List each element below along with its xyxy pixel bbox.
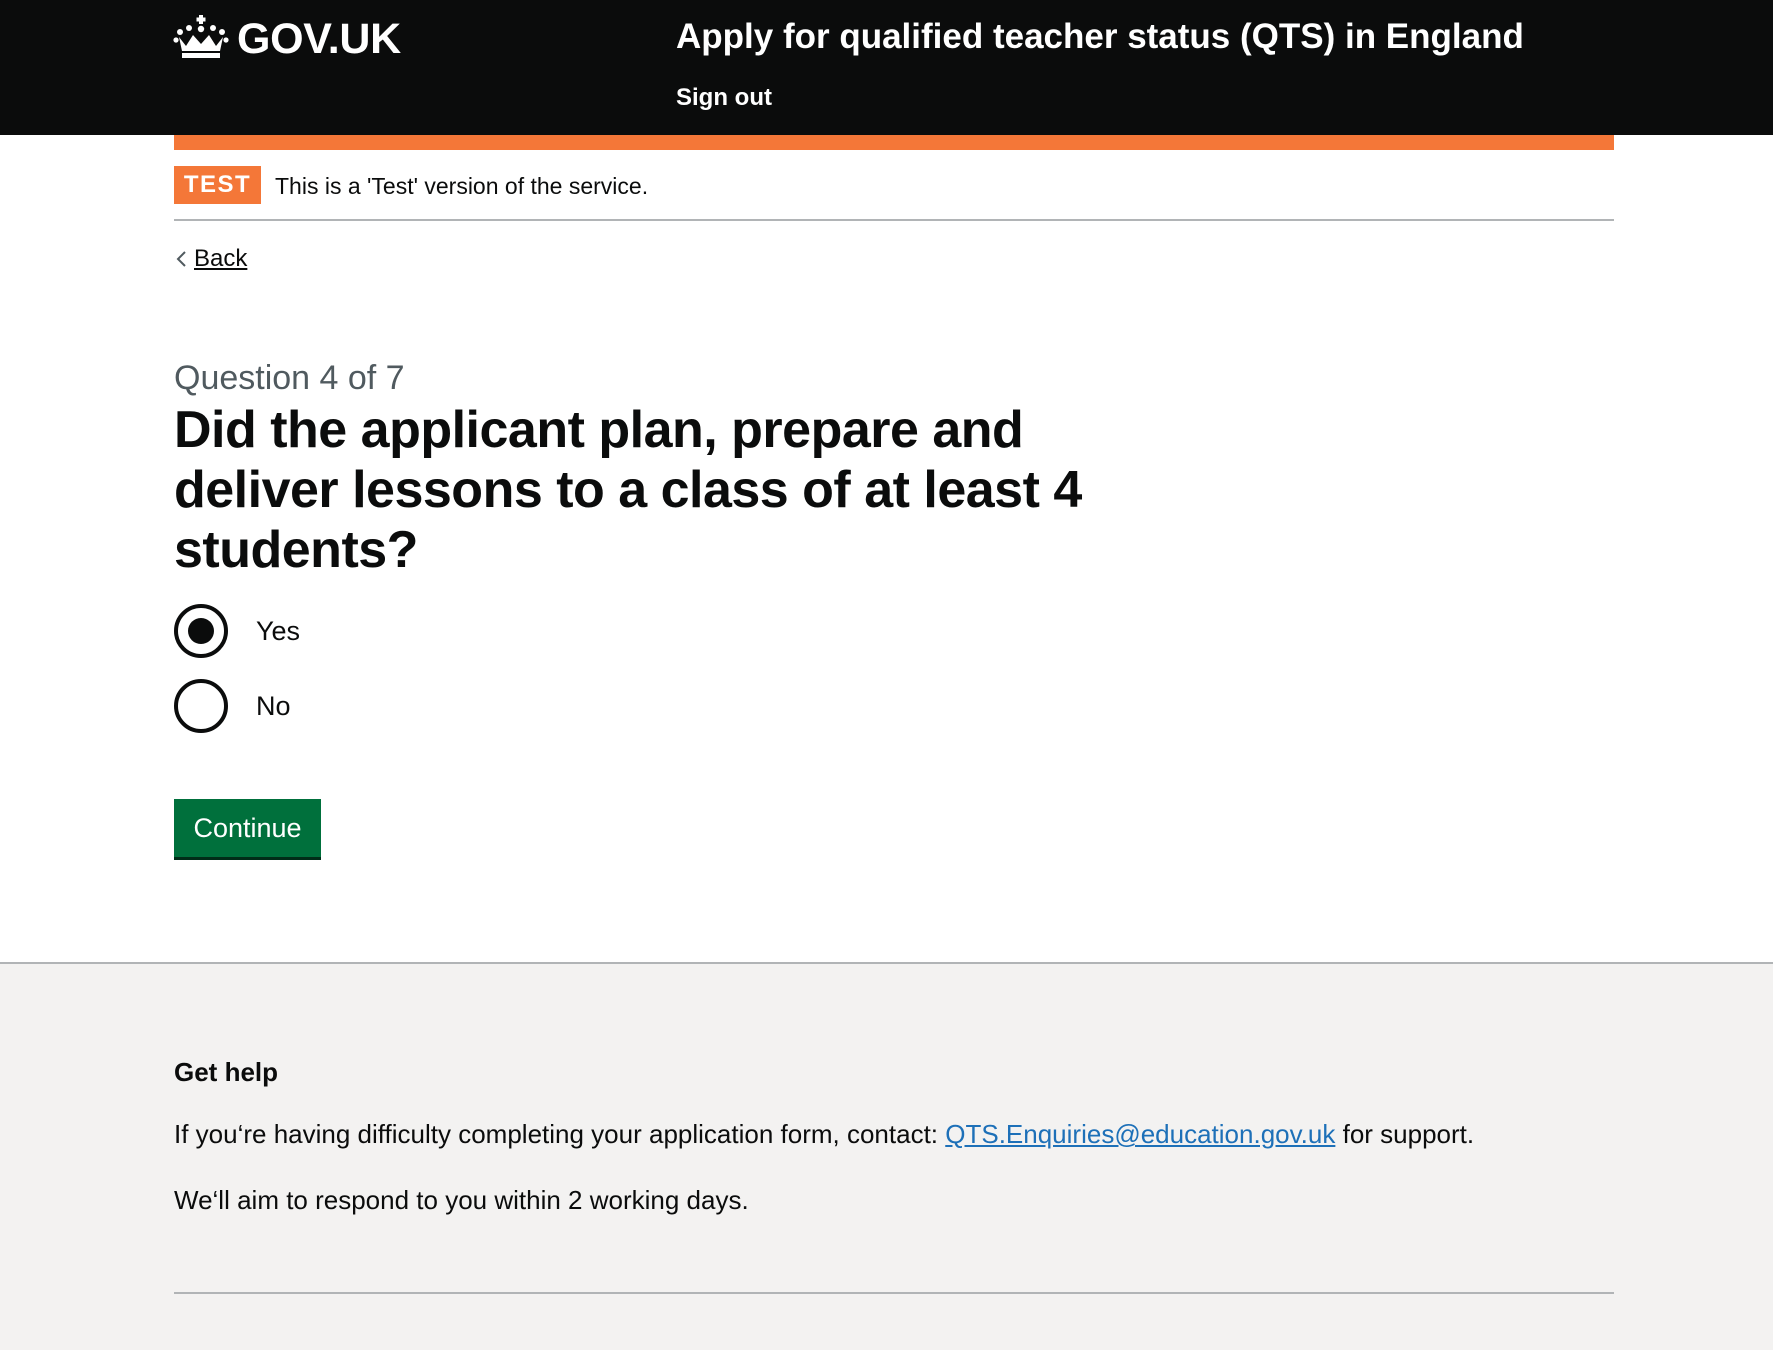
- phase-stripe: [174, 135, 1614, 150]
- footer-response-text: We‘ll aim to respond to you within 2 wor…: [174, 1185, 749, 1215]
- site-footer: Get help If you‘re having difficulty com…: [0, 962, 1773, 1350]
- sign-out-link[interactable]: Sign out: [676, 83, 772, 113]
- site-header: GOV.UK Apply for qualified teacher statu…: [0, 0, 1773, 135]
- govuk-logo-link[interactable]: GOV.UK: [173, 14, 401, 64]
- question-caption: Question 4 of 7: [174, 359, 405, 397]
- radio-label-yes[interactable]: Yes: [256, 614, 300, 648]
- radio-button-yes[interactable]: [174, 604, 228, 658]
- question-title: Did the applicant plan, prepare and deli…: [174, 401, 1082, 579]
- continue-button[interactable]: Continue: [174, 799, 321, 857]
- footer-help-suffix: for support.: [1335, 1119, 1475, 1149]
- logo-text: GOV.UK: [237, 14, 401, 63]
- footer-divider: [174, 1292, 1614, 1294]
- back-link[interactable]: Back: [174, 244, 247, 274]
- radio-option-yes[interactable]: Yes: [174, 604, 300, 658]
- radio-option-no[interactable]: No: [174, 679, 291, 733]
- phase-tag: TEST: [174, 166, 261, 204]
- radio-label-no[interactable]: No: [256, 689, 291, 723]
- back-link-label: Back: [194, 245, 248, 272]
- radio-button-no[interactable]: [174, 679, 228, 733]
- phase-banner-text: This is a 'Test' version of the service.: [275, 173, 649, 199]
- chevron-left-icon: [176, 251, 186, 267]
- phase-banner: TEST This is a 'Test' version of the ser…: [174, 166, 1614, 221]
- crown-icon: [173, 14, 229, 64]
- support-email-link[interactable]: QTS.Enquiries@education.gov.uk: [945, 1119, 1335, 1149]
- footer-heading: Get help: [174, 1057, 279, 1087]
- service-name-link[interactable]: Apply for qualified teacher status (QTS)…: [676, 14, 1524, 60]
- footer-help-prefix: If you‘re having difficulty completing y…: [174, 1119, 946, 1149]
- footer-help-text: If you‘re having difficulty completing y…: [174, 1117, 1474, 1151]
